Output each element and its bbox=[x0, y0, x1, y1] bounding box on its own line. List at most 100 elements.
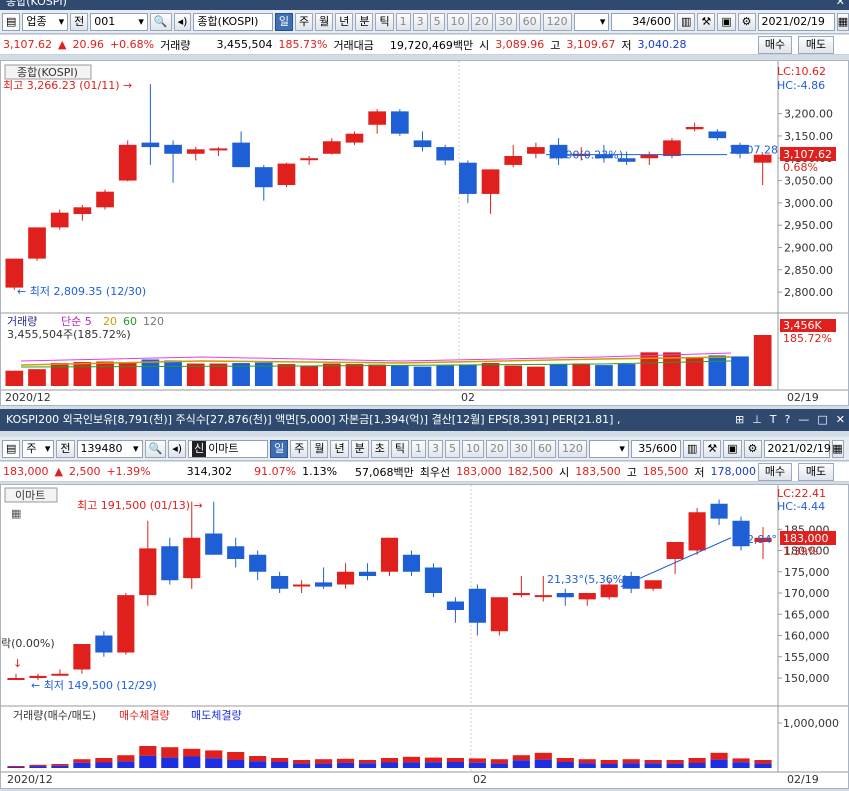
interval-120[interactable]: 120 bbox=[557, 439, 587, 458]
help-icon[interactable]: ? bbox=[785, 409, 791, 431]
volume-bar-buy bbox=[249, 756, 267, 762]
tool-icon[interactable]: ⚒ bbox=[697, 12, 716, 31]
interval-30[interactable]: 30 bbox=[509, 439, 532, 458]
candle-body bbox=[73, 644, 91, 670]
candle-body bbox=[205, 533, 223, 555]
period-year[interactable]: 년 bbox=[330, 439, 349, 458]
current-price: 183,000 bbox=[3, 465, 49, 478]
period-day[interactable]: 일 bbox=[274, 12, 293, 31]
top-chart-area[interactable]: 3,200.003,150.003,100.003,050.003,000.00… bbox=[0, 60, 849, 406]
link-icon[interactable]: ⊞ bbox=[735, 409, 744, 431]
period-year[interactable]: 년 bbox=[335, 12, 354, 31]
volume-bar bbox=[28, 369, 46, 386]
search-icon[interactable]: 🔍 bbox=[149, 12, 172, 31]
volume-bar-buy bbox=[51, 764, 69, 766]
volume-bar bbox=[731, 356, 749, 386]
bottom-chart-area[interactable]: 185,000 180,000 175,000 170,000 165,000 160,0… bbox=[0, 484, 849, 789]
text-icon[interactable]: T bbox=[770, 409, 777, 431]
volume-bar-sell bbox=[249, 761, 267, 768]
layout-icon[interactable]: ▤ bbox=[2, 439, 21, 458]
code-select[interactable]: 001 ▾ bbox=[90, 12, 148, 31]
interval-1[interactable]: 1 bbox=[410, 439, 426, 458]
gear-icon[interactable]: ⚙ bbox=[743, 439, 762, 458]
sell-button[interactable]: 매도 bbox=[798, 463, 834, 481]
count-field[interactable]: 34/600 bbox=[611, 12, 675, 31]
kospi-candle-chart[interactable]: 3,200.003,150.003,100.003,050.003,000.00… bbox=[1, 61, 848, 405]
market-select[interactable]: 주 ▾ bbox=[22, 439, 55, 458]
period-tick[interactable]: 틱 bbox=[375, 12, 394, 31]
speaker-icon[interactable]: ◂) bbox=[173, 12, 192, 31]
volume-bar-sell bbox=[161, 757, 179, 768]
layout-icon[interactable]: ▤ bbox=[2, 12, 21, 31]
y-tick-label: 170,000 bbox=[784, 587, 830, 600]
volume-bar-buy bbox=[754, 760, 772, 764]
volume-bar-sell bbox=[29, 766, 47, 768]
period-week[interactable]: 주 bbox=[290, 439, 309, 458]
period-minute[interactable]: 분 bbox=[355, 12, 374, 31]
code-select[interactable]: 139480 ▾ bbox=[76, 439, 143, 458]
period-day[interactable]: 일 bbox=[270, 439, 289, 458]
y-tick-label: 160,000 bbox=[784, 630, 830, 643]
search-icon[interactable]: 🔍 bbox=[144, 439, 167, 458]
sell-button[interactable]: 매도 bbox=[798, 36, 834, 54]
volume-bar bbox=[118, 362, 137, 386]
volume-bar bbox=[164, 360, 182, 386]
interval-60[interactable]: 60 bbox=[533, 439, 556, 458]
count-field[interactable]: 35/600 bbox=[630, 439, 681, 458]
prefix-button[interactable]: 전 bbox=[56, 439, 75, 458]
interval-5[interactable]: 5 bbox=[429, 12, 445, 31]
gear-icon[interactable]: ⚙ bbox=[737, 12, 756, 31]
buy-button[interactable]: 매수 bbox=[758, 36, 792, 54]
interval-20[interactable]: 20 bbox=[485, 439, 508, 458]
emart-candle-chart[interactable]: 185,000180,000175,000170,000165,000160,0… bbox=[1, 485, 848, 788]
volume-bar-sell bbox=[358, 763, 377, 768]
period-minute[interactable]: 분 bbox=[350, 439, 369, 458]
volume-label: 거래량 bbox=[160, 38, 191, 52]
prefix-button[interactable]: 전 bbox=[70, 12, 89, 31]
date-field[interactable]: 2021/02/19 bbox=[757, 12, 835, 31]
interval-10[interactable]: 10 bbox=[446, 12, 469, 31]
interval-120[interactable]: 120 bbox=[542, 12, 572, 31]
bar-chart-icon[interactable]: ▥ bbox=[682, 439, 702, 458]
interval-3[interactable]: 3 bbox=[427, 439, 443, 458]
interval-10[interactable]: 10 bbox=[461, 439, 484, 458]
save-icon[interactable]: ▣ bbox=[717, 12, 736, 31]
speaker-icon[interactable]: ◂) bbox=[168, 439, 187, 458]
candle-body bbox=[534, 595, 552, 598]
up-arrow-icon: ▲ bbox=[57, 38, 67, 51]
period-month[interactable]: 월 bbox=[315, 12, 334, 31]
interval-dropdown[interactable]: ▾ bbox=[573, 12, 610, 31]
interval-5[interactable]: 5 bbox=[444, 439, 460, 458]
interval-20[interactable]: 20 bbox=[470, 12, 493, 31]
close-icon[interactable]: ✕ bbox=[836, 0, 845, 10]
interval-dropdown[interactable]: ▾ bbox=[588, 439, 629, 458]
period-tick[interactable]: 틱 bbox=[390, 439, 409, 458]
date-field[interactable]: 2021/02/19 bbox=[763, 439, 831, 458]
volume-bar-sell bbox=[446, 762, 464, 768]
period-month[interactable]: 월 bbox=[310, 439, 329, 458]
volume-bar bbox=[368, 364, 387, 386]
volume-value: 314,302 bbox=[186, 465, 233, 478]
volume-bar bbox=[277, 364, 296, 386]
period-week[interactable]: 주 bbox=[294, 12, 314, 31]
interval-3[interactable]: 3 bbox=[412, 12, 428, 31]
interval-60[interactable]: 60 bbox=[518, 12, 541, 31]
save-icon[interactable]: ▣ bbox=[723, 439, 742, 458]
candle-body bbox=[708, 131, 727, 139]
bar-chart-icon[interactable]: ▥ bbox=[676, 12, 696, 31]
buy-button[interactable]: 매수 bbox=[758, 463, 792, 481]
volume-bar-buy bbox=[205, 750, 223, 759]
calendar-icon[interactable]: ▦ bbox=[837, 12, 849, 31]
pin-icon[interactable]: ⊥ bbox=[752, 409, 762, 431]
tool-icon[interactable]: ⚒ bbox=[703, 439, 722, 458]
period-second[interactable]: 초 bbox=[370, 439, 389, 458]
interval-1[interactable]: 1 bbox=[395, 12, 411, 31]
close-icon[interactable]: ✕ bbox=[836, 409, 845, 431]
interval-30[interactable]: 30 bbox=[494, 12, 517, 31]
market-select[interactable]: 업종 ▾ bbox=[22, 12, 69, 31]
maximize-icon[interactable]: □ bbox=[817, 409, 827, 431]
candle-body bbox=[29, 675, 47, 678]
calendar-icon[interactable]: ▦ bbox=[831, 439, 844, 458]
minimize-icon[interactable]: — bbox=[798, 409, 809, 431]
candle-body bbox=[685, 127, 704, 130]
